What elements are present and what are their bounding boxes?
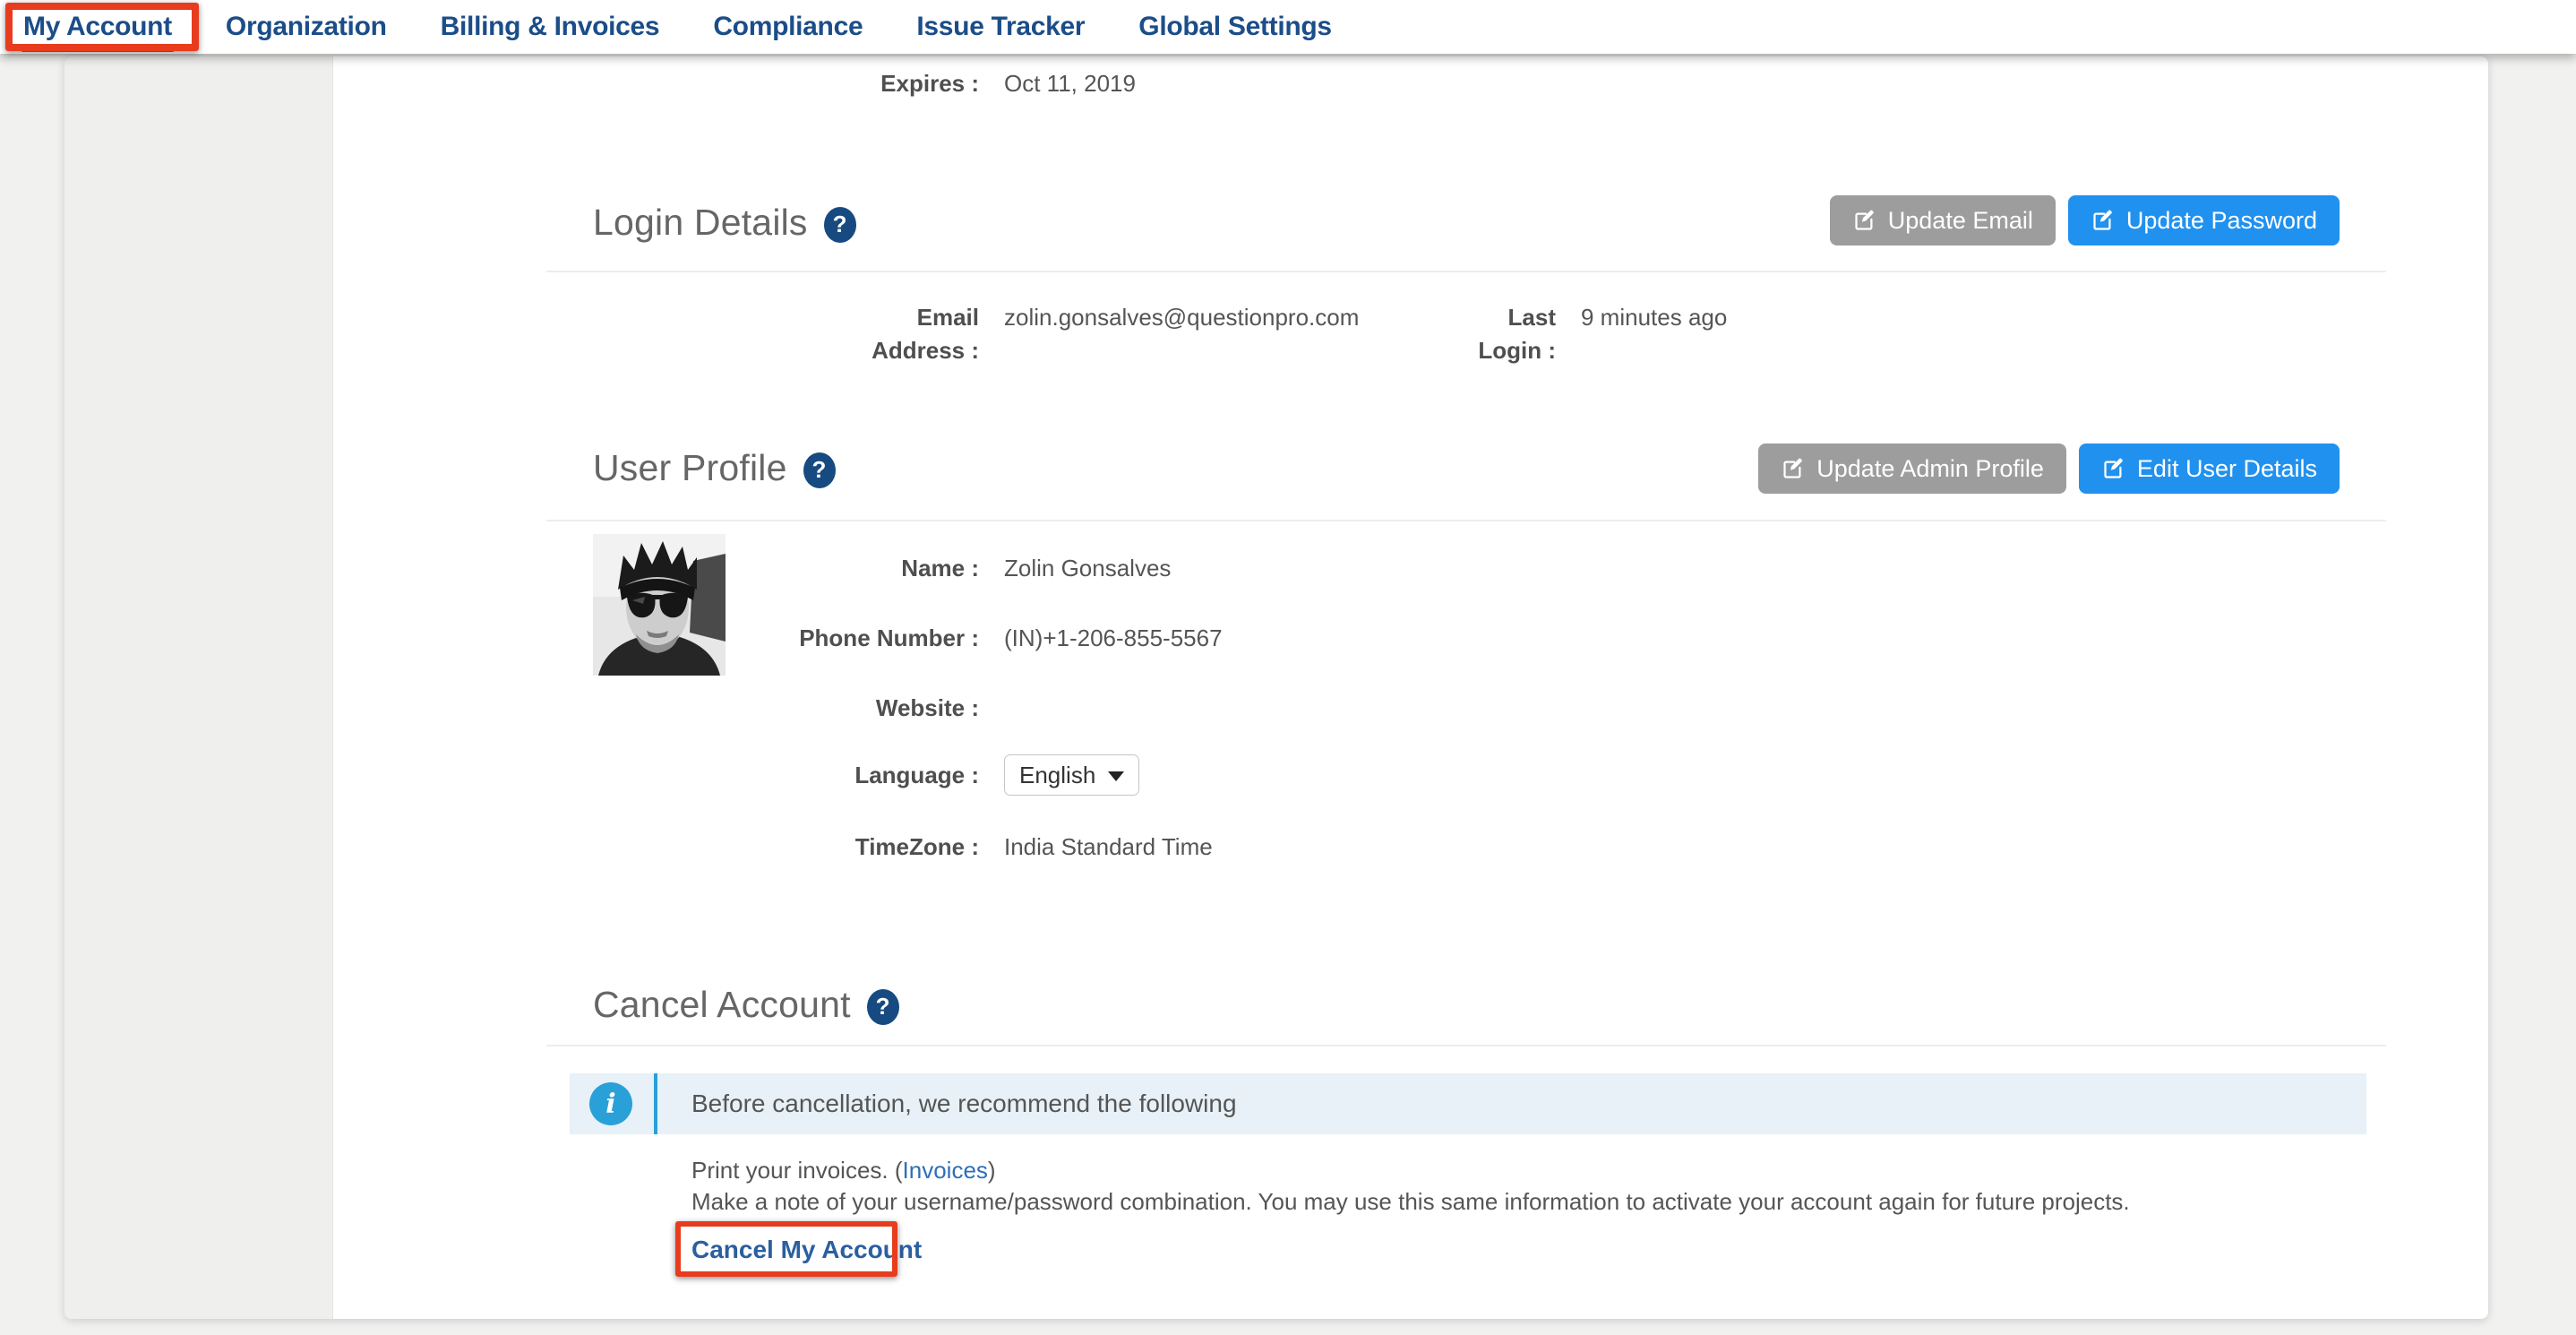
update-admin-profile-label: Update Admin Profile [1816, 455, 2044, 483]
print-invoices-text-suffix: ) [988, 1157, 996, 1184]
nav-tab-label: Organization [226, 12, 387, 42]
print-invoices-text: Print your invoices. ( [691, 1157, 903, 1184]
last-login-value: 9 minutes ago [1581, 301, 1727, 334]
name-label: Name : [746, 552, 979, 585]
update-email-button[interactable]: Update Email [1830, 195, 2056, 245]
top-navigation: My Account Organization Billing & Invoic… [0, 0, 2576, 54]
email-address-label: Email Address : [827, 301, 979, 367]
section-divider [546, 520, 2386, 521]
update-admin-profile-button[interactable]: Update Admin Profile [1758, 444, 2066, 494]
phone-label: Phone Number : [746, 622, 979, 655]
expires-value: Oct 11, 2019 [1004, 67, 1136, 100]
nav-tabs: My Account Organization Billing & Invoic… [0, 0, 2576, 54]
account-settings-panel: Expires : Oct 11, 2019 Login Details ? U… [64, 56, 2488, 1319]
my-account-content: Expires : Oct 11, 2019 Login Details ? U… [64, 56, 2488, 1319]
login-details-heading: Login Details ? [593, 202, 856, 244]
edit-icon [2101, 457, 2125, 481]
update-password-button[interactable]: Update Password [2068, 195, 2340, 245]
nav-tab-label: Issue Tracker [916, 12, 1085, 42]
website-row: Website : [746, 692, 1004, 725]
alert-accent-bar [654, 1073, 657, 1134]
nav-tab-compliance[interactable]: Compliance [713, 0, 863, 54]
section-divider [546, 1045, 2386, 1046]
email-address-value: zolin.gonsalves@questionpro.com [1004, 301, 1359, 334]
phone-value: (IN)+1-206-855-5567 [1004, 622, 1223, 655]
nav-tab-label: Billing & Invoices [441, 12, 660, 42]
name-value: Zolin Gonsalves [1004, 552, 1171, 585]
last-login-row: Last Login : 9 minutes ago [1448, 301, 1727, 367]
nav-tab-label: Compliance [713, 12, 863, 42]
website-label: Website : [746, 692, 979, 725]
update-password-label: Update Password [2126, 207, 2317, 235]
user-profile-heading: User Profile ? [593, 447, 836, 489]
expires-label: Expires : [827, 67, 979, 100]
language-label: Language : [746, 759, 979, 792]
section-divider [546, 271, 2386, 272]
alert-text: Before cancellation, we recommend the fo… [691, 1090, 1237, 1118]
edit-icon [1781, 457, 1805, 481]
user-profile-buttons: Update Admin Profile Edit User Details [1758, 444, 2340, 494]
last-login-label: Last Login : [1448, 301, 1556, 367]
language-dropdown[interactable]: English [1004, 754, 1139, 796]
cancel-account-title: Cancel Account [593, 984, 851, 1026]
nav-tab-organization[interactable]: Organization [226, 0, 387, 54]
name-row: Name : Zolin Gonsalves [746, 552, 1171, 585]
edit-icon [1852, 209, 1876, 233]
help-icon[interactable]: ? [803, 452, 836, 488]
caret-down-icon [1108, 771, 1124, 781]
login-details-title: Login Details [593, 202, 808, 244]
email-address-row: Email Address : zolin.gonsalves@question… [827, 301, 1359, 367]
edit-user-details-label: Edit User Details [2137, 455, 2317, 483]
update-email-label: Update Email [1888, 207, 2033, 235]
user-profile-title: User Profile [593, 447, 787, 489]
profile-avatar [593, 534, 726, 676]
info-icon: i [589, 1082, 632, 1125]
timezone-label: TimeZone : [746, 831, 979, 864]
help-icon[interactable]: ? [867, 989, 899, 1025]
nav-tab-billing-invoices[interactable]: Billing & Invoices [441, 0, 660, 54]
edit-icon [2091, 209, 2115, 233]
login-details-buttons: Update Email Update Password [1830, 195, 2340, 245]
print-invoices-line: Print your invoices. (Invoices) [691, 1157, 996, 1184]
language-row: Language : English [746, 754, 1139, 796]
nav-tab-label: My Account [23, 12, 172, 42]
phone-row: Phone Number : (IN)+1-206-855-5567 [746, 622, 1223, 655]
expires-row: Expires : Oct 11, 2019 [827, 67, 1136, 100]
edit-user-details-button[interactable]: Edit User Details [2079, 444, 2340, 494]
timezone-row: TimeZone : India Standard Time [746, 831, 1213, 864]
nav-tab-global-settings[interactable]: Global Settings [1138, 0, 1332, 54]
nav-tab-label: Global Settings [1138, 12, 1332, 42]
nav-tab-my-account[interactable]: My Account [23, 0, 172, 54]
cancellation-info-alert: i Before cancellation, we recommend the … [570, 1073, 2366, 1134]
cancel-account-heading: Cancel Account ? [593, 984, 899, 1026]
invoices-link[interactable]: Invoices [903, 1157, 988, 1184]
language-selected-value: English [1019, 762, 1095, 789]
timezone-value: India Standard Time [1004, 831, 1213, 864]
nav-tab-issue-tracker[interactable]: Issue Tracker [916, 0, 1085, 54]
username-note-line: Make a note of your username/password co… [691, 1188, 2130, 1216]
cancel-my-account-link[interactable]: Cancel My Account [691, 1236, 922, 1264]
help-icon[interactable]: ? [824, 207, 856, 243]
